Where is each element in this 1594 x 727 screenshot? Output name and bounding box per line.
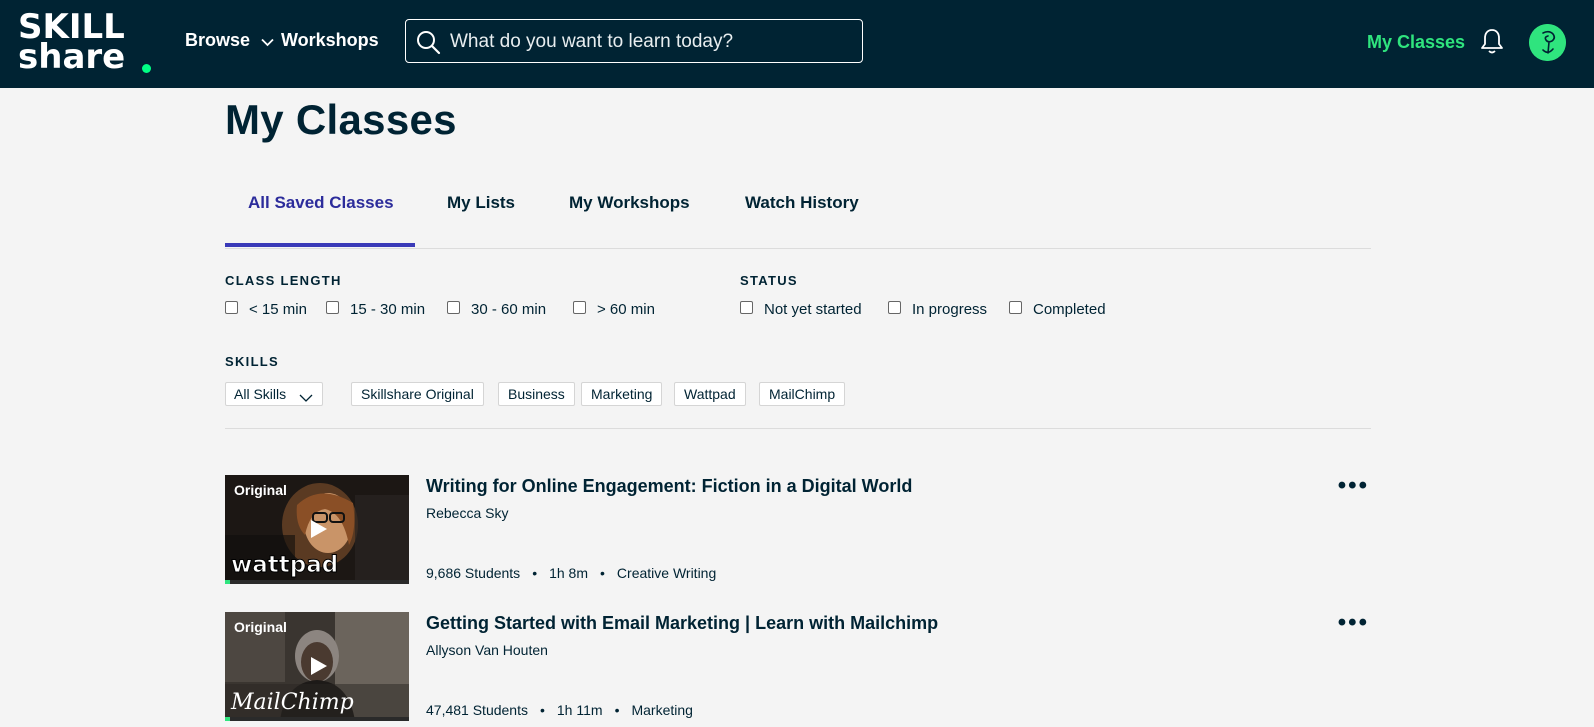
checkbox-label: < 15 min — [249, 301, 307, 318]
wattpad-brand-logo: wattpad — [230, 552, 339, 579]
class-meta: 47,481 Students • 1h 11m • Marketing — [426, 702, 693, 718]
class-list-item: Original MailChimp Getting Started with … — [225, 611, 1371, 727]
bell-icon[interactable] — [1480, 28, 1504, 60]
workshops-nav-link[interactable]: Workshops — [281, 30, 379, 51]
checkbox[interactable] — [225, 301, 238, 314]
browse-menu-button[interactable]: Browse — [185, 30, 274, 52]
class-title[interactable]: Writing for Online Engagement: Fiction i… — [426, 476, 912, 497]
top-navigation-bar: SKILL share Browse Workshops My Classes — [0, 0, 1594, 88]
separator-dot: • — [539, 702, 545, 718]
progress-fill — [225, 580, 230, 584]
length-filter-30-60[interactable]: 30 - 60 min — [447, 301, 546, 318]
logo-line-2: share — [18, 37, 126, 77]
skill-chip-wattpad[interactable]: Wattpad — [674, 382, 746, 406]
teacher-name[interactable]: Allyson Van Houten — [426, 642, 548, 658]
class-duration: 1h 11m — [556, 702, 603, 718]
checkbox[interactable] — [740, 301, 753, 314]
skills-select-value: All Skills — [234, 386, 287, 402]
class-length-heading: CLASS LENGTH — [225, 273, 342, 288]
status-filter-not-started[interactable]: Not yet started — [740, 301, 862, 318]
play-icon[interactable] — [307, 655, 329, 682]
skill-chip-skillshare-original[interactable]: Skillshare Original — [351, 382, 484, 406]
skill-chip-marketing[interactable]: Marketing — [581, 382, 663, 406]
separator-dot: • — [600, 565, 605, 581]
checkbox-label: > 60 min — [597, 301, 655, 318]
checkbox-label: In progress — [912, 301, 988, 318]
separator-dot: • — [614, 702, 620, 718]
tab-watch-history[interactable]: Watch History — [745, 193, 859, 213]
checkbox[interactable] — [1009, 301, 1022, 314]
watch-progress-bar — [225, 717, 409, 721]
tabs-bar: All Saved Classes My Lists My Workshops … — [225, 180, 1371, 249]
tab-all-saved-classes[interactable]: All Saved Classes — [248, 193, 394, 213]
more-options-icon[interactable]: ••• — [1338, 474, 1369, 498]
checkbox[interactable] — [888, 301, 901, 314]
original-badge: Original — [234, 482, 287, 498]
tab-my-lists[interactable]: My Lists — [447, 193, 515, 213]
mailchimp-brand-logo: MailChimp — [231, 690, 354, 715]
checkbox[interactable] — [573, 301, 586, 314]
checkbox-label: 30 - 60 min — [471, 301, 547, 318]
chevron-down-icon — [299, 387, 313, 409]
user-avatar[interactable] — [1529, 24, 1566, 61]
student-count: 9,686 Students — [426, 565, 521, 581]
tab-my-workshops[interactable]: My Workshops — [569, 193, 690, 213]
class-category[interactable]: Marketing — [631, 702, 692, 718]
skill-chip-business[interactable]: Business — [498, 382, 575, 406]
student-count: 47,481 Students — [426, 702, 528, 718]
skill-chip-mailchimp[interactable]: MailChimp — [759, 382, 846, 406]
length-filter-over-60[interactable]: > 60 min — [573, 301, 655, 318]
length-filter-under-15[interactable]: < 15 min — [225, 301, 307, 318]
logo-dot — [142, 64, 151, 73]
class-list-item: Original wattpad Writing for Online Enga… — [225, 474, 1371, 590]
status-filter-completed[interactable]: Completed — [1009, 301, 1106, 318]
more-options-icon[interactable]: ••• — [1338, 611, 1369, 635]
class-duration: 1h 8m — [549, 565, 589, 581]
checkbox-label: Completed — [1033, 301, 1106, 318]
page-title: My Classes — [225, 96, 457, 143]
teacher-name[interactable]: Rebecca Sky — [426, 505, 508, 521]
skills-select[interactable]: All Skills — [225, 382, 323, 406]
progress-fill — [225, 717, 230, 721]
class-thumbnail[interactable]: Original MailChimp — [225, 612, 409, 721]
class-title[interactable]: Getting Started with Email Marketing | L… — [426, 613, 938, 634]
chevron-down-icon — [261, 31, 274, 52]
checkbox[interactable] — [447, 301, 460, 314]
section-divider — [225, 428, 1371, 429]
class-meta: 9,686 Students • 1h 8m • Creative Writing — [426, 565, 716, 581]
checkbox-label: Not yet started — [764, 301, 862, 318]
play-icon[interactable] — [307, 518, 329, 545]
checkbox-label: 15 - 30 min — [350, 301, 426, 318]
watch-progress-bar — [225, 580, 409, 584]
search-icon — [415, 29, 441, 60]
separator-dot: • — [532, 565, 538, 581]
original-badge: Original — [234, 619, 287, 635]
class-category[interactable]: Creative Writing — [617, 565, 716, 581]
skillshare-logo[interactable]: SKILL share — [18, 10, 151, 77]
status-filter-in-progress[interactable]: In progress — [888, 301, 987, 318]
checkbox[interactable] — [326, 301, 339, 314]
skills-heading: SKILLS — [225, 354, 280, 369]
length-filter-15-30[interactable]: 15 - 30 min — [326, 301, 425, 318]
search-box[interactable] — [405, 19, 863, 63]
browse-label: Browse — [185, 30, 251, 50]
status-heading: STATUS — [740, 273, 798, 288]
search-input[interactable] — [448, 26, 852, 58]
class-thumbnail[interactable]: Original wattpad — [225, 475, 409, 584]
active-tab-indicator — [225, 243, 415, 247]
my-classes-nav-link[interactable]: My Classes — [1367, 32, 1465, 53]
